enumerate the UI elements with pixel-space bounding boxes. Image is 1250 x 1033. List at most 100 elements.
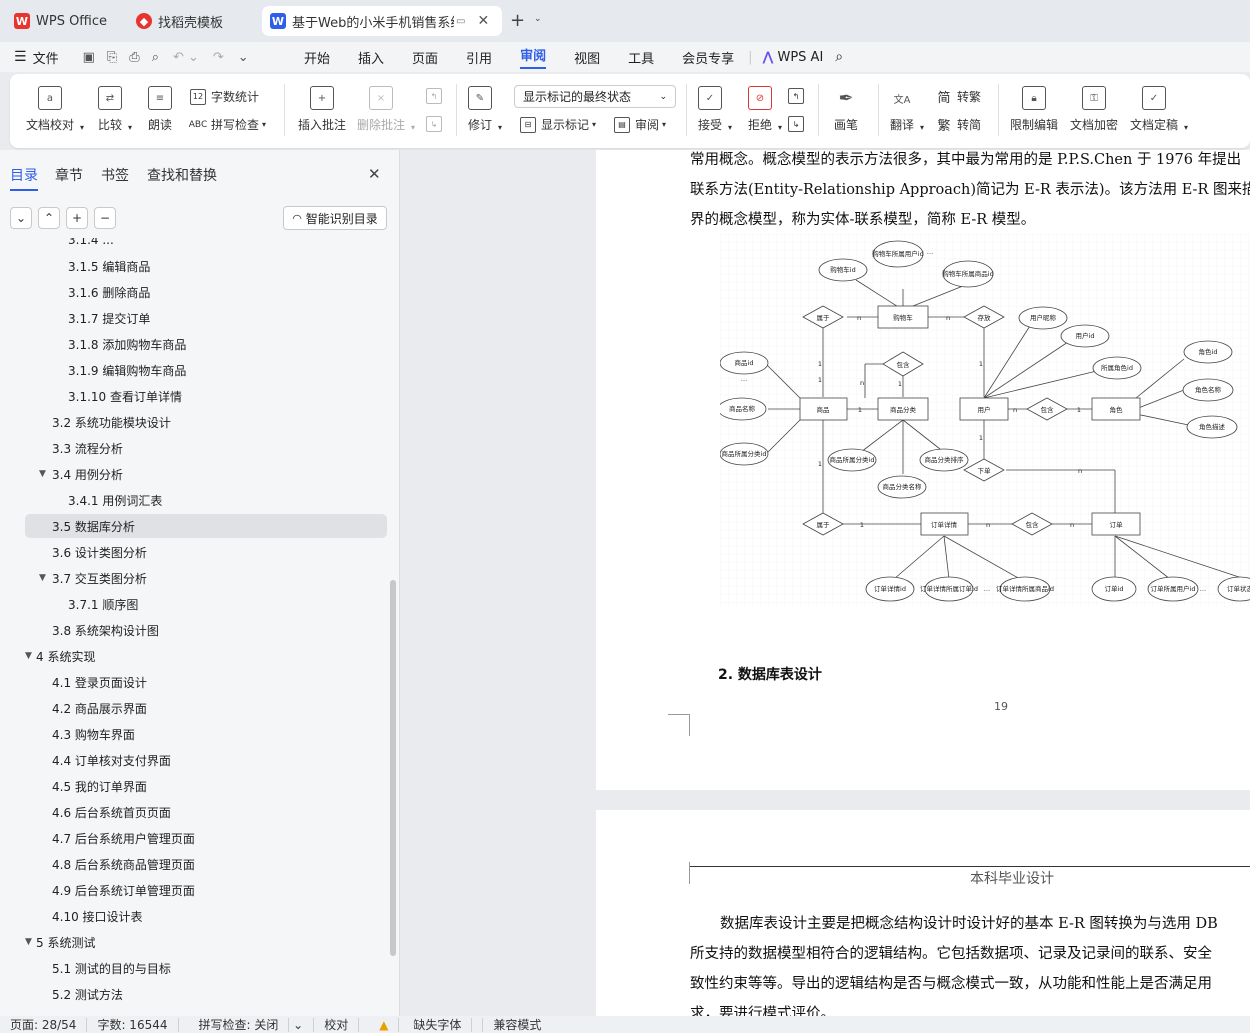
- prev-comment-button[interactable]: ↰: [426, 88, 447, 104]
- tab-page[interactable]: 页面: [412, 48, 438, 67]
- file-menu[interactable]: 文件: [33, 48, 59, 67]
- undo-icon[interactable]: ↶ ⌄: [173, 50, 199, 65]
- redo-icon[interactable]: ↷: [213, 50, 224, 65]
- toc-item[interactable]: 3.1.9 编辑购物车商品: [25, 358, 387, 382]
- export-icon[interactable]: ⎘: [107, 50, 117, 65]
- accept-button[interactable]: ✓ 接受 ▾: [698, 86, 732, 133]
- encrypt-button[interactable]: ⚿ 文档加密: [1070, 86, 1118, 133]
- toc-item[interactable]: 3.2 系统功能模块设计: [25, 410, 387, 434]
- tab-tools[interactable]: 工具: [628, 48, 654, 67]
- tab-bookmark[interactable]: 书签: [101, 165, 129, 185]
- to-traditional-button[interactable]: 简转繁: [936, 88, 981, 106]
- show-markup-button[interactable]: ⊟ 显示标记 ▾: [520, 116, 596, 133]
- tab-insert[interactable]: 插入: [358, 48, 384, 67]
- reject-button[interactable]: ⊘ 拒绝 ▾: [748, 86, 782, 133]
- markup-state-select[interactable]: 显示标记的最终状态 ⌄: [514, 85, 676, 108]
- save-icon[interactable]: ▣: [83, 50, 95, 65]
- toc-item[interactable]: 4.10 接口设计表: [25, 904, 387, 928]
- to-simplified-button[interactable]: 繁转简: [936, 116, 981, 134]
- toc-item[interactable]: 3.1.6 删除商品: [25, 280, 387, 304]
- review-pane-button[interactable]: ▤ 审阅 ▾: [614, 116, 666, 133]
- finalize-button[interactable]: ✓ 文档定稿 ▾: [1130, 86, 1188, 133]
- translate-button[interactable]: 文A 翻译 ▾: [890, 86, 924, 133]
- toc-item[interactable]: ▼ 5 系统测试: [25, 930, 387, 954]
- toc-item[interactable]: 3.7.1 顺序图: [25, 592, 387, 616]
- tab-document-active[interactable]: W 基于Web的小米手机销售系统 ▭ ✕: [262, 6, 502, 36]
- hamburger-icon[interactable]: ☰: [14, 49, 27, 65]
- spell-check-indicator[interactable]: 拼写检查: 关闭 ⌄: [179, 1017, 315, 1032]
- tab-chapter[interactable]: 章节: [55, 165, 83, 185]
- next-comment-button[interactable]: ↳: [426, 116, 447, 132]
- pen-button[interactable]: ✒ 画笔: [834, 86, 858, 133]
- tab-wps-office[interactable]: W WPS Office: [6, 6, 120, 36]
- tab-template[interactable]: ◆ 找稻壳模板: [128, 6, 258, 36]
- toc-item[interactable]: 3.1.8 添加购物车商品: [25, 332, 387, 356]
- expand-up-icon[interactable]: ⌃: [38, 207, 60, 229]
- restrict-edit-button[interactable]: 🔒︎ 限制编辑: [1010, 86, 1058, 133]
- collapse-all-icon[interactable]: ⌄: [10, 207, 32, 229]
- tab-view[interactable]: 视图: [574, 48, 600, 67]
- spell-check-button[interactable]: ABC 拼写检查 ▾: [189, 116, 266, 133]
- more-chevron-icon[interactable]: ⌄: [238, 50, 249, 65]
- toc-item[interactable]: 5.1 测试的目的与目标: [25, 956, 387, 980]
- toc-item[interactable]: ▼ 4 系统实现: [25, 644, 387, 668]
- expand-triangle-icon[interactable]: ▼: [25, 651, 32, 661]
- toc-item[interactable]: 3.1.5 编辑商品: [25, 254, 387, 278]
- toc-item[interactable]: ▼ 3.4 用例分析: [25, 462, 387, 486]
- toc-item[interactable]: 4.2 商品展示界面: [25, 696, 387, 720]
- smart-toc-button[interactable]: ◠ 智能识别目录: [283, 206, 387, 230]
- close-pane-icon[interactable]: ✕: [368, 165, 381, 183]
- expand-triangle-icon[interactable]: ▼: [39, 573, 46, 583]
- tab-review[interactable]: 审阅: [520, 45, 547, 69]
- tab-reference[interactable]: 引用: [466, 48, 492, 67]
- remove-heading-icon[interactable]: −: [94, 207, 116, 229]
- word-count-indicator[interactable]: 字数: 16544: [87, 1017, 179, 1032]
- read-aloud-button[interactable]: ≡ 朗读: [148, 86, 172, 133]
- preview-icon[interactable]: ⌕: [152, 50, 159, 65]
- search-icon[interactable]: ⌕: [835, 49, 843, 65]
- tab-list-chevron-icon[interactable]: ⌄: [534, 14, 542, 24]
- compare-button[interactable]: ⇄ 比较 ▾: [98, 86, 132, 133]
- toc-item[interactable]: 4.7 后台系统用户管理页面: [25, 826, 387, 850]
- add-heading-icon[interactable]: +: [66, 207, 88, 229]
- toc-item[interactable]: 5.2 测试方法: [25, 982, 387, 1006]
- tab-toc[interactable]: 目录: [10, 165, 38, 191]
- missing-font-indicator[interactable]: ▲ 缺失字体: [359, 1017, 484, 1032]
- toc-item-selected[interactable]: 3.5 数据库分析: [25, 514, 387, 538]
- word-count-button[interactable]: 12 字数统计: [190, 88, 259, 105]
- proofread-button[interactable]: a 文档校对 ▾: [26, 86, 84, 133]
- revise-button[interactable]: ✎ 修订 ▾: [468, 86, 502, 133]
- toc-item[interactable]: 3.6 设计类图分析: [25, 540, 387, 564]
- toc-item[interactable]: 4.8 后台系统商品管理页面: [25, 852, 387, 876]
- tab-find-replace[interactable]: 查找和替换: [147, 165, 217, 185]
- toc-item[interactable]: 3.1.7 提交订单: [25, 306, 387, 330]
- toc-item[interactable]: 3.8 系统架构设计图: [25, 618, 387, 642]
- toc-item[interactable]: 3.4.1 用例词汇表: [25, 488, 387, 512]
- new-tab-icon[interactable]: +: [510, 10, 525, 31]
- close-tab-icon[interactable]: ✕: [477, 13, 489, 29]
- delete-comment-button[interactable]: × 删除批注 ▾: [357, 86, 415, 133]
- tab-member[interactable]: 会员专享: [682, 48, 734, 67]
- toc-item[interactable]: 4.9 后台系统订单管理页面: [25, 878, 387, 902]
- toc-item[interactable]: 3.3 流程分析: [25, 436, 387, 460]
- expand-triangle-icon[interactable]: ▼: [39, 469, 46, 479]
- toc-item[interactable]: ▼ 3.7 交互类图分析: [25, 566, 387, 590]
- proof-indicator[interactable]: 校对: [314, 1017, 360, 1032]
- toc-item[interactable]: 3.1.4 ...: [25, 238, 387, 252]
- print-icon[interactable]: ⎙: [129, 50, 139, 65]
- toc-item[interactable]: 4.6 后台系统首页页面: [25, 800, 387, 824]
- prev-change-button[interactable]: ↰: [788, 88, 809, 104]
- toc-item[interactable]: 3.1.10 查看订单详情: [25, 384, 387, 408]
- toc-item[interactable]: 4.5 我的订单界面: [25, 774, 387, 798]
- screen-icon[interactable]: ▭: [456, 16, 465, 27]
- toc-item[interactable]: 4.3 购物车界面: [25, 722, 387, 746]
- tab-home[interactable]: 开始: [304, 48, 330, 67]
- expand-triangle-icon[interactable]: ▼: [25, 937, 32, 947]
- insert-comment-button[interactable]: + 插入批注: [298, 86, 346, 133]
- toc-scrollbar[interactable]: [390, 580, 396, 956]
- next-change-button[interactable]: ↳: [788, 116, 809, 132]
- toc-item[interactable]: 4.1 登录页面设计: [25, 670, 387, 694]
- page-indicator[interactable]: 页面: 28/54: [0, 1017, 88, 1032]
- toc-item[interactable]: 4.4 订单核对支付界面: [25, 748, 387, 772]
- wps-ai-button[interactable]: WPS AI: [777, 50, 823, 65]
